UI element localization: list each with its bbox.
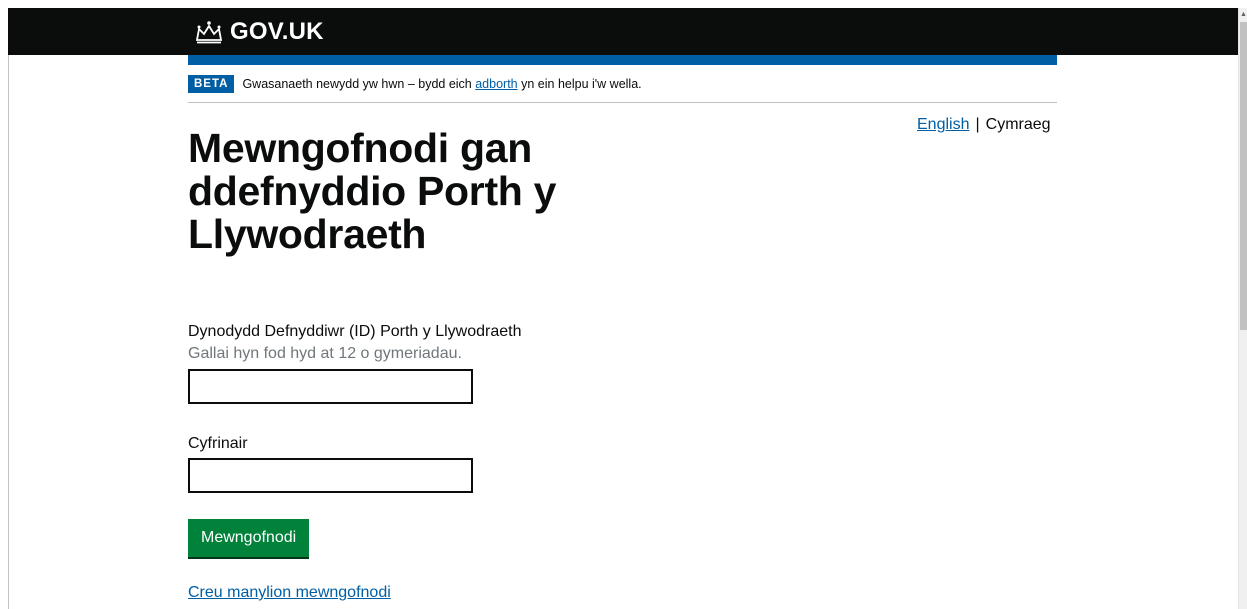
user-id-hint: Gallai hyn fod hyd at 12 o gymeriadau.	[188, 345, 462, 362]
scrollbar-thumb[interactable]	[1240, 22, 1247, 330]
phase-text-before: Gwasanaeth newydd yw hwn – bydd eich	[242, 77, 476, 91]
user-id-label: Dynodydd Defnyddiwr (ID) Porth y Llywodr…	[188, 323, 522, 340]
page-title: Mewngofnodi gan ddefnyddio Porth y Llywo…	[188, 125, 557, 257]
scroll-up-icon[interactable]: ▲	[1239, 8, 1247, 20]
language-english-link[interactable]: English	[917, 116, 969, 133]
header-accent-bar	[188, 55, 1057, 65]
logo-text: GOV.UK	[230, 18, 324, 45]
phase-banner: BETA Gwasanaeth newydd yw hwn – bydd eic…	[188, 75, 642, 93]
user-id-input[interactable]	[188, 369, 473, 404]
phase-text-after: yn ein helpu i'w wella.	[517, 77, 642, 91]
beta-tag: BETA	[188, 75, 235, 93]
vertical-scrollbar[interactable]: ▲	[1238, 8, 1247, 609]
language-current: Cymraeg	[985, 116, 1051, 133]
phase-divider	[188, 102, 1057, 103]
feedback-link[interactable]: adborth	[475, 77, 517, 91]
language-switcher: English | Cymraeg	[917, 115, 1051, 135]
language-separator: |	[975, 116, 980, 133]
password-label: Cyfrinair	[188, 435, 248, 452]
password-input[interactable]	[188, 458, 473, 493]
create-sign-in-details-link[interactable]: Creu manylion mewngofnodi	[188, 583, 391, 603]
sign-in-button[interactable]: Mewngofnodi	[188, 519, 310, 557]
window-border	[8, 8, 9, 609]
crown-icon	[195, 21, 223, 44]
govuk-header: GOV.UK	[8, 8, 1238, 55]
govuk-logo-link[interactable]: GOV.UK	[194, 18, 324, 46]
